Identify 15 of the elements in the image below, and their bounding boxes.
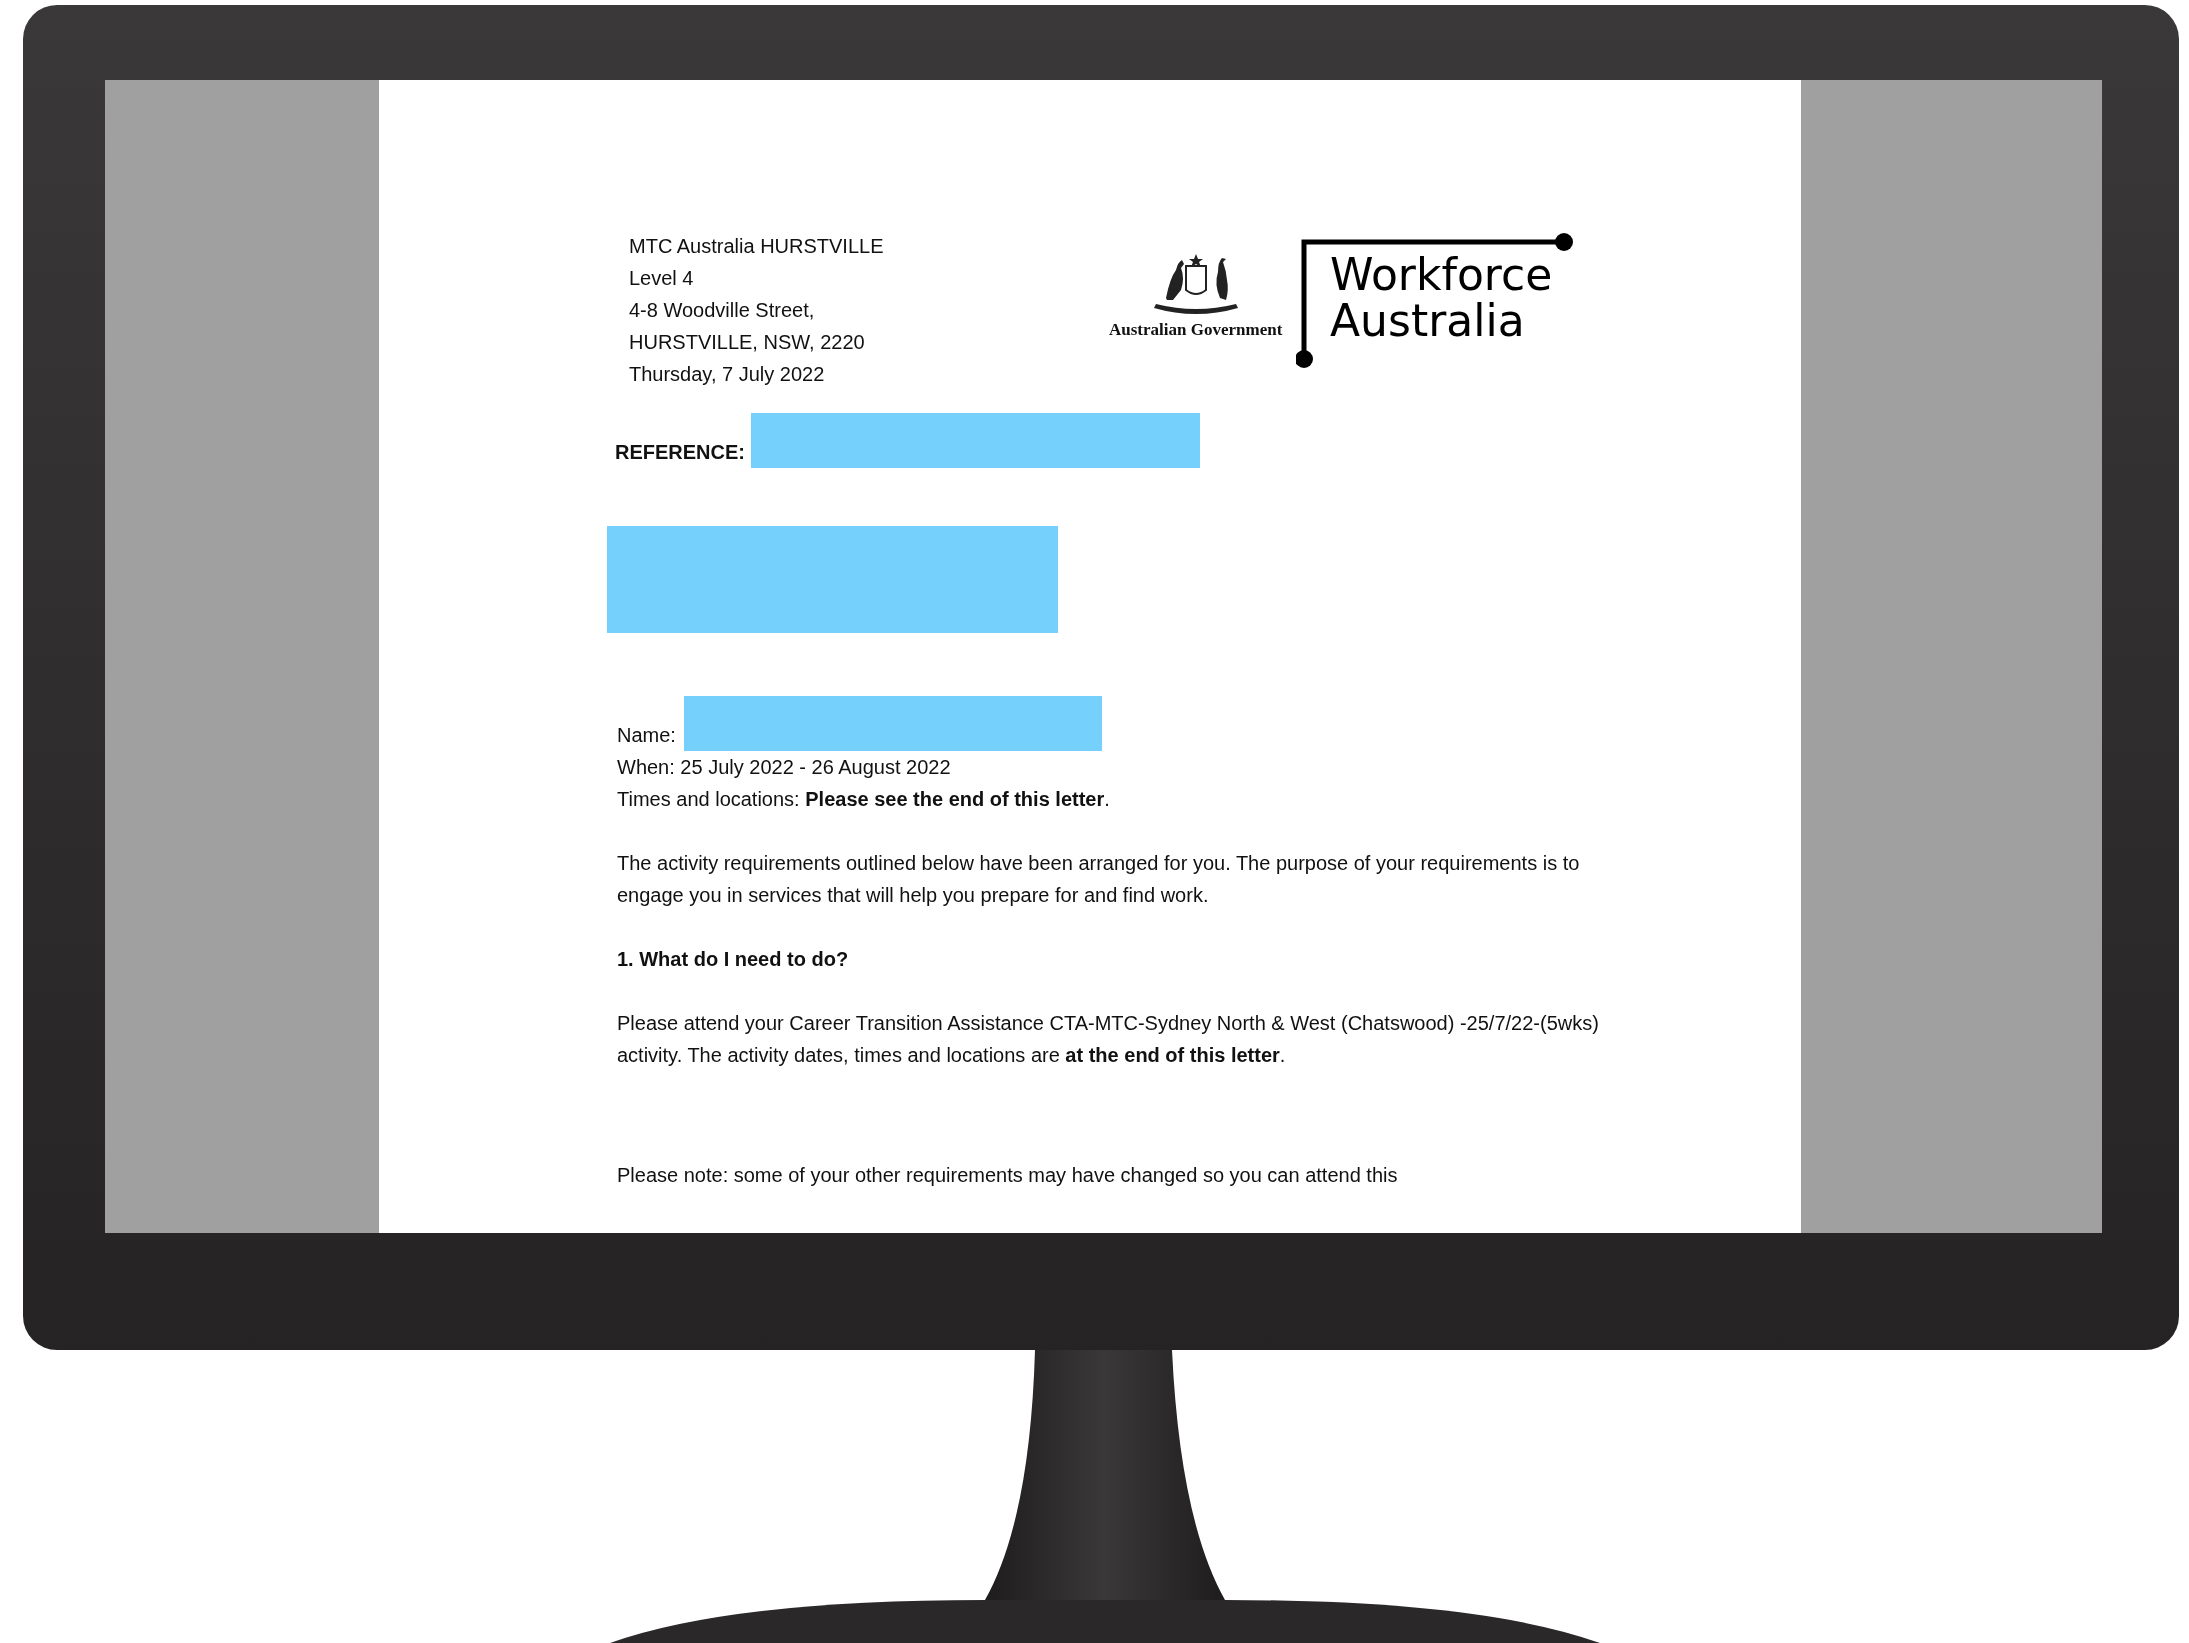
address-line: HURSTVILLE, NSW, 2220	[629, 330, 866, 355]
instruction-paragraph: Please attend your Career Transition Assistance CTA-MTC-Sydney North & West (Chatswood) -25/7/22-(5wks) activity. The activity dates, times and locations are at the end of this letter.	[617, 1011, 1600, 1068]
address-line: Thursday, 7 July 2022	[629, 362, 826, 387]
reference-label: REFERENCE:	[615, 440, 745, 465]
section-heading: 1. What do I need to do?	[617, 947, 850, 972]
address-line: MTC Australia HURSTVILLE	[629, 234, 885, 259]
intro-paragraph: The activity requirements outlined below have been arranged for you. The purpose of your requirements is to engage you in services that will help you prepare for and find work.	[617, 851, 1581, 908]
times-locations-text: Times and locations: Please see the end of this letter.	[617, 787, 1111, 812]
date-range-text: When: 25 July 2022 - 26 August 2022	[617, 755, 952, 780]
address-line: 4-8 Woodville Street,	[629, 298, 816, 323]
workforce-australia-logo: Workforce Australia	[1296, 232, 1577, 370]
government-logo-text: Australian Government	[1109, 319, 1283, 341]
note-text: Please note: some of your other requirements may have changed so you can attend this	[617, 1163, 1399, 1188]
address-line: Level 4	[629, 266, 695, 291]
name-label: Name:	[617, 723, 676, 748]
